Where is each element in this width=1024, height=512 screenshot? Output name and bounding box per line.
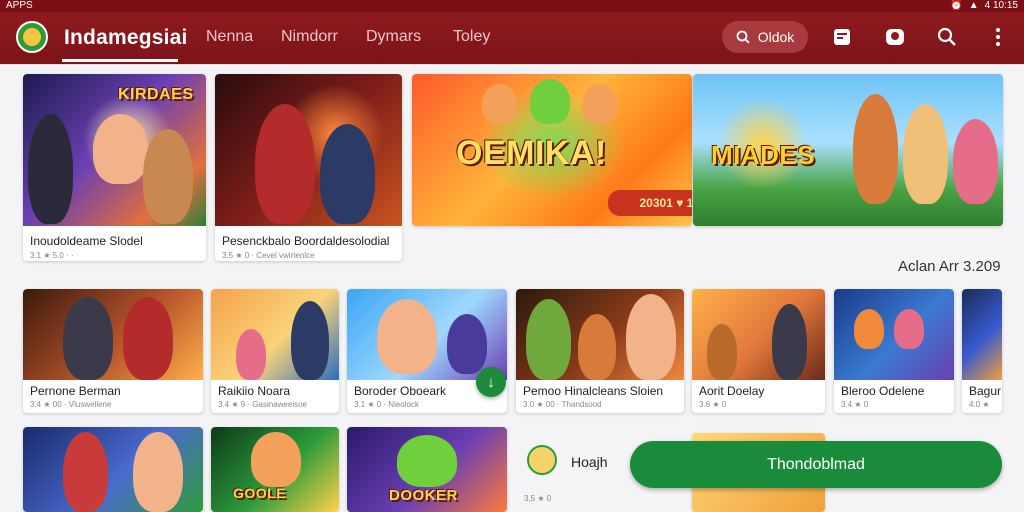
status-left-text: APPS — [6, 0, 33, 11]
row3-art-2: GOOLE — [211, 427, 339, 512]
active-tab-indicator — [62, 59, 178, 62]
row2-art-2 — [211, 289, 339, 380]
list-item[interactable]: ↓ Boroder Oboeark 3.1 ★ 0 · Nieolock — [347, 289, 507, 413]
row3-art-title-2: GOOLE — [233, 485, 287, 501]
row2-meta-5: 3.6 ★ 0 — [699, 400, 727, 409]
list-item[interactable]: Raikiio Noara 3.4 ★ 9 · Gasinaweeisoe — [211, 289, 339, 413]
row2-art-6 — [834, 289, 954, 380]
row2-meta-2: 3.4 ★ 9 · Gasinaweeisoe — [218, 400, 307, 409]
row2-title-5: Aorit Doelay — [699, 384, 765, 398]
list-item[interactable]: Bagur 4.0 ★ — [962, 289, 1002, 413]
list-item[interactable] — [23, 427, 203, 512]
row2-art-3 — [347, 289, 507, 380]
row2-meta-7: 4.0 ★ — [969, 400, 990, 409]
featured-art-2 — [215, 74, 402, 226]
row2-meta-4: 3.0 ★ 00 · Thandsood — [523, 400, 602, 409]
install-app-name: Hoajh — [571, 454, 608, 470]
alarm-icon: ⏰ — [950, 0, 963, 11]
search-label: Oldok — [757, 29, 795, 45]
app-bar: Indamegsiai Nenna Nimdorr Dymars Toley O… — [0, 12, 1024, 64]
search-icon — [736, 30, 750, 44]
featured-art-title-3: OEMIKA! — [456, 134, 607, 172]
install-button-label: Thondoblmad — [767, 455, 865, 473]
logo-face-icon — [23, 28, 41, 46]
featured-card-1[interactable]: KIRDAES Inoudoldeame Slodel 3.1 ★ 5.0 · … — [23, 74, 206, 261]
row2-title-3: Boroder Oboeark — [354, 384, 447, 398]
tab-4[interactable]: Toley — [453, 28, 490, 46]
row2-art-4 — [516, 289, 684, 380]
row2-title-7: Bagur — [969, 384, 1002, 398]
app-logo[interactable] — [16, 21, 48, 53]
row2-title-2: Raikiio Noara — [218, 384, 291, 398]
row2-art-1 — [23, 289, 203, 380]
status-right: ⏰ ▲ 4 10:15 — [950, 0, 1018, 12]
featured-meta-2: 3.5 ★ 0 · Cevel vwirtenlce — [222, 251, 315, 260]
download-button[interactable]: ↓ — [476, 367, 506, 397]
search-pill[interactable]: Oldok — [722, 21, 808, 53]
featured-title-1: Inoudoldeame Slodel — [30, 234, 143, 248]
featured-art-3: OEMIKA! 20301 ♥ 10O ♥ 10334 — [412, 74, 692, 226]
app-bar-divider — [0, 64, 1024, 65]
list-item[interactable]: Bleroo Odelene 3.4 ★ 0 — [834, 289, 954, 413]
row3-art-title-3: DOOKER — [389, 487, 458, 504]
arrow-down-icon: ↓ — [487, 373, 495, 391]
featured-art-1: KIRDAES — [23, 74, 206, 226]
list-item[interactable]: Pemoo Hinalcleans Sloien 3.0 ★ 00 · Than… — [516, 289, 684, 413]
app-title: Indamegsiai — [64, 26, 188, 49]
tab-1[interactable]: Nenna — [206, 28, 253, 46]
avatar — [527, 445, 557, 475]
featured-banner-2[interactable]: MIADES — [693, 74, 1003, 226]
row2-art-7 — [962, 289, 1002, 380]
row2-title-6: Bleroo Odelene — [841, 384, 925, 398]
account-icon[interactable] — [883, 25, 907, 49]
more-vert-icon[interactable] — [986, 25, 1010, 49]
featured-title-2: Pesenckbalo Boordaldesolodial — [222, 234, 390, 248]
featured-banner-text: 20301 ♥ 10O ♥ 10334 — [608, 190, 692, 216]
list-item[interactable]: DOOKER — [347, 427, 507, 512]
signal-icon: ▲ — [968, 0, 979, 11]
row2-title-1: Pernone Berman — [30, 384, 121, 398]
featured-art-4: MIADES — [693, 74, 1003, 226]
featured-meta-1: 3.1 ★ 5.0 · · — [30, 251, 74, 260]
row2-meta-6: 3.4 ★ 0 — [841, 400, 869, 409]
row2-meta-3: 3.1 ★ 0 · Nieolock — [354, 400, 419, 409]
row3-art-1 — [23, 427, 203, 512]
list-item[interactable]: Aorit Doelay 3.6 ★ 0 — [692, 289, 825, 413]
row2-art-5 — [692, 289, 825, 380]
tab-2[interactable]: Nimdorr — [281, 28, 338, 46]
row3-art-3: DOOKER — [347, 427, 507, 512]
status-bar: APPS ⏰ ▲ 4 10:15 — [0, 0, 1024, 12]
calendar-icon[interactable] — [830, 25, 854, 49]
list-item[interactable]: Pernone Berman 3.4 ★ 00 · Vluswellene — [23, 289, 203, 413]
install-app-meta: 3.5 ★ 0 — [524, 494, 552, 503]
featured-card-2[interactable]: Pesenckbalo Boordaldesolodial 3.5 ★ 0 · … — [215, 74, 402, 261]
row2-meta-1: 3.4 ★ 00 · Vluswellene — [30, 400, 112, 409]
list-item[interactable]: GOOLE — [211, 427, 339, 512]
status-time: 4 10:15 — [984, 0, 1018, 11]
featured-art-title-4: MIADES — [711, 140, 816, 170]
featured-banner-1[interactable]: OEMIKA! 20301 ♥ 10O ♥ 10334 — [412, 74, 692, 226]
search-icon-button[interactable] — [935, 25, 959, 49]
row2-title-4: Pemoo Hinalcleans Sloien — [523, 384, 664, 398]
install-button[interactable]: Thondoblmad — [630, 441, 1002, 488]
section-label: Aclan Arr 3.209 — [898, 258, 1001, 275]
tab-3[interactable]: Dymars — [366, 28, 421, 46]
featured-art-title-1: KIRDAES — [118, 86, 194, 103]
